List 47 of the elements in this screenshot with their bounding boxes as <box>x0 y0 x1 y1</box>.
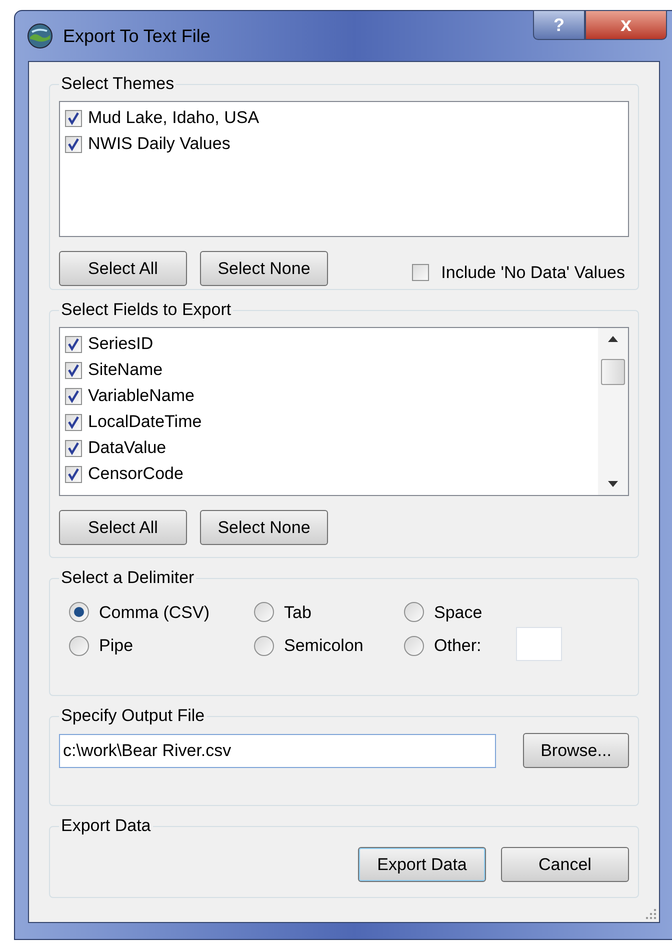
radio-button[interactable] <box>69 602 89 622</box>
radio-label[interactable]: Space <box>434 600 482 625</box>
button[interactable]: Select None <box>200 251 328 286</box>
radio-label[interactable]: Semicolon <box>284 633 364 658</box>
close-button[interactable]: x <box>585 10 667 40</box>
file-path-field[interactable]: c:\work\Bear River.csv <box>59 734 496 768</box>
radio-button[interactable] <box>254 636 274 656</box>
checkbox-label[interactable]: Include 'No Data' Values <box>441 260 625 286</box>
checkbox[interactable] <box>65 414 82 430</box>
checkbox[interactable] <box>65 336 82 352</box>
app-globe-icon <box>27 23 53 49</box>
checkbox[interactable] <box>65 466 82 482</box>
radio-button[interactable] <box>404 602 424 622</box>
list-item-label[interactable]: VariableName <box>88 386 194 406</box>
list-item-label[interactable]: DataValue <box>88 438 166 458</box>
scroll-bar[interactable] <box>598 328 628 495</box>
radio-label[interactable]: Tab <box>284 600 312 625</box>
scroll-thumb[interactable] <box>601 358 625 384</box>
radio-label[interactable]: Other: <box>434 633 482 658</box>
checkbox[interactable] <box>65 388 82 404</box>
checkbox[interactable] <box>412 264 430 281</box>
button[interactable]: Select None <box>200 510 328 545</box>
radio-button[interactable] <box>69 636 89 656</box>
checkbox[interactable] <box>65 136 82 152</box>
checkbox[interactable] <box>65 110 82 126</box>
resize-grip-icon[interactable] <box>645 908 657 920</box>
radio-label[interactable]: Comma (CSV) <box>99 600 210 625</box>
list-item-label[interactable]: NWIS Daily Values <box>88 134 230 154</box>
checkbox[interactable] <box>65 440 82 456</box>
scroll-down-icon[interactable] <box>608 481 618 487</box>
scroll-up-icon[interactable] <box>608 336 618 342</box>
button[interactable]: Browse... <box>523 733 629 768</box>
checkbox[interactable] <box>65 362 82 378</box>
button[interactable]: Select All <box>59 510 187 545</box>
input-field[interactable] <box>516 627 562 661</box>
list-item-label[interactable]: Mud Lake, Idaho, USA <box>88 108 260 128</box>
button[interactable]: Export Data <box>358 847 486 882</box>
radio-label[interactable]: Pipe <box>99 633 134 658</box>
window-title: Export To Text File <box>63 24 210 48</box>
radio-button[interactable] <box>404 636 424 656</box>
button[interactable]: Cancel <box>501 847 629 882</box>
list-item-label[interactable]: LocalDateTime <box>88 412 202 432</box>
list-item-label[interactable]: SeriesID <box>88 334 154 354</box>
list-item-label[interactable]: SiteName <box>88 360 163 380</box>
button[interactable]: Select All <box>59 251 187 286</box>
radio-button[interactable] <box>254 602 274 622</box>
list-item-label[interactable]: CensorCode <box>88 464 184 484</box>
